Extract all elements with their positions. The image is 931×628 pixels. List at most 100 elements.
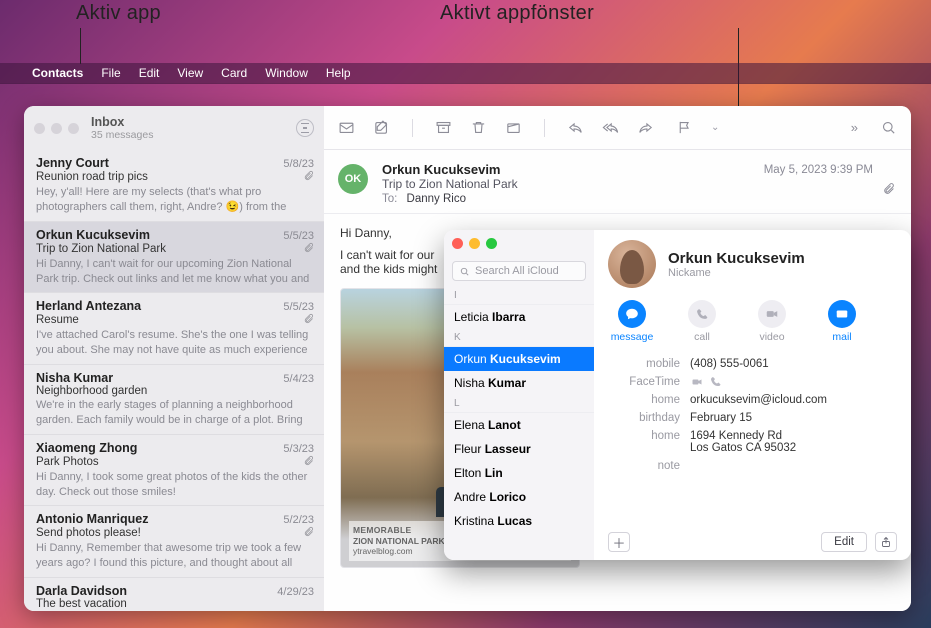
message-row[interactable]: Darla Davidson 4/29/23 The best vacation… <box>24 578 324 611</box>
mail-label: mail <box>832 331 851 343</box>
message-date: 5/3/23 <box>283 443 314 455</box>
menu-file[interactable]: File <box>101 66 120 80</box>
pane-timestamp: May 5, 2023 9:39 PM <box>764 164 873 176</box>
message-preview: Hi Danny, I took some great photos of th… <box>36 470 314 500</box>
mail-traffic-lights[interactable] <box>34 123 79 134</box>
message-list[interactable]: Jenny Court 5/8/23 Reunion road trip pic… <box>24 150 324 611</box>
message-sender: Darla Davidson <box>36 584 277 598</box>
contact-list-item[interactable]: Leticia Ibarra <box>444 305 594 329</box>
call-label: call <box>694 331 710 343</box>
share-button[interactable] <box>875 532 897 552</box>
attachment-icon[interactable] <box>882 182 895 198</box>
edit-button[interactable]: Edit <box>821 532 867 552</box>
contact-list-item[interactable]: Nisha Kumar <box>444 371 594 395</box>
reply-icon[interactable] <box>567 119 584 136</box>
message-sender: Jenny Court <box>36 156 283 170</box>
message-row[interactable]: Antonio Manriquez 5/2/23 Send photos ple… <box>24 506 324 578</box>
message-date: 4/29/23 <box>277 586 314 598</box>
compose-icon[interactable] <box>373 119 390 136</box>
section-letter: K <box>444 329 594 347</box>
message-subject: Neighborhood garden <box>36 385 147 397</box>
message-preview: Hi Danny, I can't wait for our upcoming … <box>36 257 314 287</box>
home-email-value[interactable]: orkucuksevim@icloud.com <box>690 394 897 406</box>
message-preview: I've attached Carol's resume. She's the … <box>36 328 314 358</box>
contact-list-item[interactable]: Elena Lanot <box>444 413 594 437</box>
body-line1b: and the kids might <box>340 262 437 276</box>
menu-card[interactable]: Card <box>221 66 247 80</box>
add-field-button[interactable]: ＋ <box>608 532 630 552</box>
call-action-button[interactable]: call <box>678 300 726 343</box>
message-date: 5/8/23 <box>283 158 314 170</box>
pane-to-name[interactable]: Danny Rico <box>407 193 466 205</box>
reply-all-icon[interactable] <box>602 119 619 136</box>
home-email-label: home <box>608 394 680 406</box>
home-addr-label: home <box>608 430 680 442</box>
video-label: video <box>759 331 784 343</box>
chevron-down-icon[interactable]: ⌄ <box>711 122 719 133</box>
trash-icon[interactable] <box>470 119 487 136</box>
contact-photo[interactable] <box>608 240 656 288</box>
message-row[interactable]: Orkun Kucuksevim 5/5/23 Trip to Zion Nat… <box>24 222 324 294</box>
message-date: 5/4/23 <box>283 373 314 385</box>
pane-subject: Trip to Zion National Park <box>382 177 895 191</box>
note-label: note <box>608 460 680 472</box>
birthday-value: February 15 <box>690 412 897 424</box>
video-action-button[interactable]: video <box>748 300 796 343</box>
flag-icon[interactable] <box>676 119 693 136</box>
new-message-icon[interactable] <box>338 119 355 136</box>
paperclip-icon <box>303 242 314 256</box>
message-preview: We're in the early stages of planning a … <box>36 398 314 428</box>
paperclip-icon <box>303 526 314 540</box>
message-row[interactable]: Jenny Court 5/8/23 Reunion road trip pic… <box>24 150 324 222</box>
contacts-traffic-lights[interactable] <box>452 238 586 249</box>
message-sender: Xiaomeng Zhong <box>36 441 283 455</box>
message-label: message <box>611 331 654 343</box>
section-letter: I <box>444 287 594 305</box>
callout-line-left <box>80 28 81 64</box>
facetime-actions[interactable] <box>690 376 897 388</box>
mobile-value[interactable]: (408) 555-0061 <box>690 358 897 370</box>
message-filter-button[interactable] <box>296 119 314 137</box>
menu-help[interactable]: Help <box>326 66 351 80</box>
message-subject: Send photos please! <box>36 527 141 539</box>
paperclip-icon <box>303 170 314 184</box>
message-sender: Orkun Kucuksevim <box>36 228 283 242</box>
message-subject: The best vacation <box>36 598 127 610</box>
contact-list-item[interactable]: Kristina Lucas <box>444 509 594 533</box>
mail-action-button[interactable]: mail <box>818 300 866 343</box>
birthday-label: birthday <box>608 412 680 424</box>
forward-icon[interactable] <box>637 119 654 136</box>
home-addr-value[interactable]: 1694 Kennedy Rd Los Gatos CA 95032 <box>690 430 897 454</box>
contact-list-item[interactable]: Fleur Lasseur <box>444 437 594 461</box>
contact-name: Orkun Kucuksevim <box>668 250 805 267</box>
menu-window[interactable]: Window <box>265 66 308 80</box>
overflow-icon[interactable]: » <box>851 120 858 135</box>
contact-details: mobile (408) 555-0061 FaceTime home orku… <box>608 355 897 475</box>
inbox-title: Inbox <box>91 115 153 129</box>
message-row[interactable]: Nisha Kumar 5/4/23 Neighborhood garden W… <box>24 365 324 435</box>
message-preview: Hi Danny, Remember that awesome trip we … <box>36 541 314 571</box>
menu-edit[interactable]: Edit <box>139 66 160 80</box>
message-sender: Antonio Manriquez <box>36 512 283 526</box>
contacts-search-field[interactable]: Search All iCloud <box>452 261 586 281</box>
inbox-count: 35 messages <box>91 129 153 141</box>
search-icon[interactable] <box>880 119 897 136</box>
menu-app-name[interactable]: Contacts <box>32 66 83 80</box>
message-action-button[interactable]: message <box>608 300 656 343</box>
mail-toolbar: ⌄ » <box>324 106 911 150</box>
contacts-list[interactable]: ILeticia IbarraKOrkun KucuksevimNisha Ku… <box>444 287 594 560</box>
facetime-label: FaceTime <box>608 376 680 388</box>
archive-icon[interactable] <box>435 119 452 136</box>
junk-icon[interactable] <box>505 119 522 136</box>
message-row[interactable]: Herland Antezana 5/5/23 Resume I've atta… <box>24 293 324 365</box>
menu-view[interactable]: View <box>177 66 203 80</box>
message-subject: Park Photos <box>36 456 99 468</box>
section-letter: L <box>444 395 594 413</box>
contact-list-item[interactable]: Elton Lin <box>444 461 594 485</box>
message-subject: Trip to Zion National Park <box>36 243 166 255</box>
contact-list-item[interactable]: Orkun Kucuksevim <box>444 347 594 371</box>
message-subject: Resume <box>36 314 79 326</box>
sender-avatar[interactable]: OK <box>338 164 368 194</box>
contact-list-item[interactable]: Andre Lorico <box>444 485 594 509</box>
message-row[interactable]: Xiaomeng Zhong 5/3/23 Park Photos Hi Dan… <box>24 435 324 507</box>
